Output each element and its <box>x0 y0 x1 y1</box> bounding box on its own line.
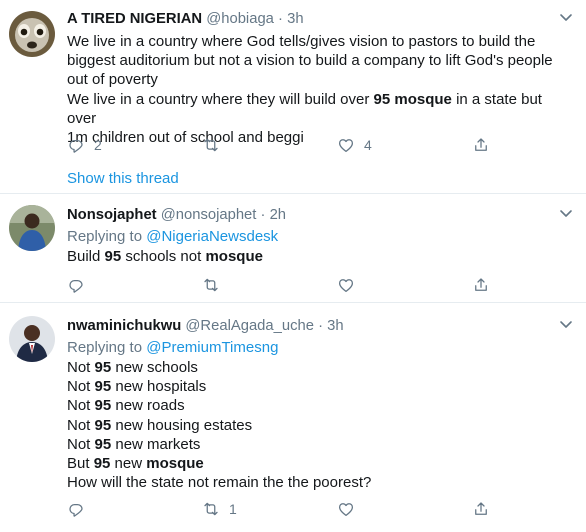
tweet-3[interactable]: nwaminichukwu @RealAgada_uche · 3h Reply… <box>0 303 586 532</box>
text-line: biggest auditorium but not a vision to b… <box>67 52 553 70</box>
bold-text: 95 <box>93 455 111 473</box>
avatar[interactable] <box>9 316 55 362</box>
bold-text: mosque <box>146 455 204 473</box>
tweet-1[interactable]: A TIRED NIGERIAN @hobiaga · 3h We live i… <box>0 0 586 193</box>
like-button[interactable] <box>337 275 364 295</box>
share-icon <box>472 276 490 294</box>
share-button[interactable] <box>472 499 490 519</box>
timestamp[interactable]: 2h <box>270 207 286 223</box>
separator-dot: · <box>260 207 266 223</box>
avatar[interactable] <box>9 205 55 251</box>
bold-text: 95 <box>94 435 112 453</box>
retweet-icon <box>202 500 220 518</box>
share-button[interactable] <box>472 275 490 295</box>
display-name[interactable]: A TIRED NIGERIAN <box>67 11 202 27</box>
reply-icon <box>67 500 85 518</box>
replying-to-label: Replying to <box>67 228 147 245</box>
retweet-count: 1 <box>229 501 237 517</box>
replying-to-link[interactable]: @NigeriaNewsdesk <box>146 228 278 245</box>
tweet-header: nwaminichukwu @RealAgada_uche · 3h <box>67 315 556 337</box>
tweet-2[interactable]: Nonsojaphet @nonsojaphet · 2h Replying t… <box>0 194 586 302</box>
reply-icon <box>67 276 85 294</box>
replying-to-label: Replying to <box>67 339 147 356</box>
like-count: 4 <box>364 137 372 153</box>
avatar[interactable] <box>9 11 55 57</box>
chevron-down-icon[interactable] <box>558 206 574 220</box>
heart-icon <box>337 136 355 154</box>
text-line: Not 95 new markets <box>67 435 201 453</box>
tweet-actions <box>67 275 507 295</box>
text-line: Not 95 new housing estates <box>67 416 253 434</box>
tweet-header: Nonsojaphet @nonsojaphet · 2h <box>67 204 556 226</box>
show-thread-link[interactable]: Show this thread <box>67 170 179 187</box>
text-line: How will the state not remain the the po… <box>67 474 372 492</box>
retweet-button[interactable]: 1 <box>202 499 237 519</box>
tweet-text: Build 95 schools not mosque <box>67 247 556 266</box>
bold-text: 95 mosque <box>373 90 452 108</box>
text-line: out of poverty <box>67 71 158 89</box>
share-icon <box>472 500 490 518</box>
display-name[interactable]: nwaminichukwu <box>67 318 181 334</box>
tweet-text: We live in a country where God tells/giv… <box>67 32 556 147</box>
text-line: But 95 new mosque <box>67 455 204 473</box>
text-line: Build 95 schools not mosque <box>67 248 263 265</box>
user-handle[interactable]: @hobiaga <box>206 11 274 27</box>
bold-text: 95 <box>94 397 112 415</box>
user-handle[interactable]: @RealAgada_uche <box>185 318 314 334</box>
reply-count: 2 <box>94 137 102 153</box>
reply-button[interactable] <box>67 499 94 519</box>
text-line: We live in a country where God tells/giv… <box>67 33 536 50</box>
user-handle[interactable]: @nonsojaphet <box>161 207 257 223</box>
timestamp[interactable]: 3h <box>287 11 303 27</box>
display-name[interactable]: Nonsojaphet <box>67 207 157 223</box>
replying-to: Replying to @PremiumTimesng <box>67 337 556 358</box>
separator-dot: · <box>278 11 283 27</box>
text-line: Not 95 new hospitals <box>67 378 207 396</box>
bold-text: 95 <box>104 248 122 265</box>
heart-icon <box>337 500 355 518</box>
share-icon <box>472 136 490 154</box>
tweet-actions: 2 4 <box>67 135 507 155</box>
bold-text: 95 <box>94 416 112 434</box>
bold-text: 95 <box>94 359 112 376</box>
replying-to-link[interactable]: @PremiumTimesng <box>146 339 278 356</box>
retweet-icon <box>202 276 220 294</box>
retweet-button[interactable] <box>202 275 229 295</box>
chevron-down-icon[interactable] <box>558 317 574 331</box>
like-button[interactable] <box>337 499 364 519</box>
bold-text: mosque <box>205 248 263 265</box>
like-button[interactable]: 4 <box>337 135 372 155</box>
tweet-text: Not 95 new schools Not 95 new hospitals … <box>67 358 556 492</box>
retweet-button[interactable] <box>202 135 229 155</box>
text-line: We live in a country where they will bui… <box>67 90 542 127</box>
chevron-down-icon[interactable] <box>558 10 574 24</box>
replying-to: Replying to @NigeriaNewsdesk <box>67 226 556 247</box>
reply-button[interactable]: 2 <box>67 135 102 155</box>
reply-icon <box>67 136 85 154</box>
separator-dot: · <box>318 318 324 334</box>
share-button[interactable] <box>472 135 490 155</box>
timestamp[interactable]: 3h <box>327 318 343 334</box>
tweet-header: A TIRED NIGERIAN @hobiaga · 3h <box>67 8 556 30</box>
reply-button[interactable] <box>67 275 94 295</box>
retweet-icon <box>202 136 220 154</box>
text-line: Not 95 new schools <box>67 359 198 376</box>
heart-icon <box>337 276 355 294</box>
tweet-actions: 1 <box>67 499 507 519</box>
text-line: Not 95 new roads <box>67 397 185 415</box>
bold-text: 95 <box>94 378 112 396</box>
